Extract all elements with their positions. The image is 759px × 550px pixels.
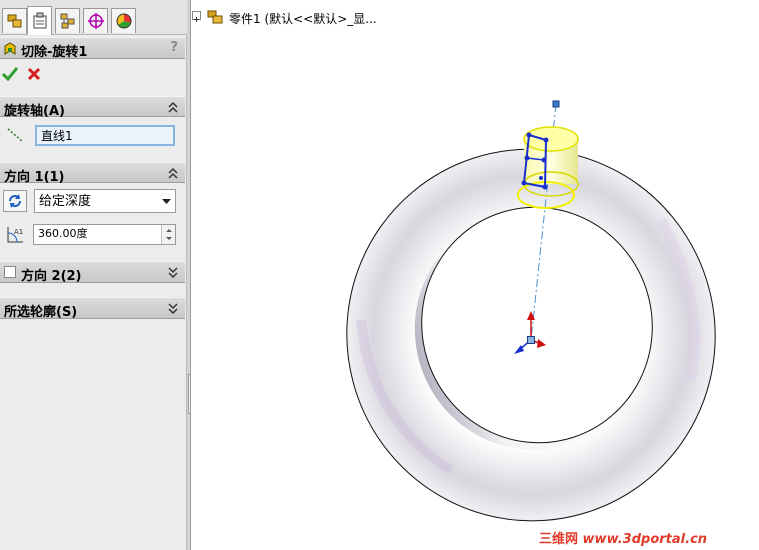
part-tree-label[interactable]: 零件1 (默认<<默认>_显... <box>229 10 377 27</box>
reverse-direction-icon <box>9 194 21 208</box>
graphics-area[interactable] <box>190 0 759 550</box>
collapse-icon[interactable] <box>167 165 179 181</box>
angle-spinner[interactable] <box>161 225 175 244</box>
angle-icon: A1 <box>3 224 27 246</box>
help-button[interactable]: ? <box>170 40 178 55</box>
watermark-url: www.3dportal.cn <box>582 532 708 547</box>
angle-value: 360.00度 <box>38 227 88 240</box>
tab-configuration-manager[interactable] <box>55 8 80 33</box>
manager-tabs <box>0 0 187 35</box>
watermark: 三维网 www.3dportal.cn <box>539 528 707 547</box>
direction2-section-title: 方向 2(2) <box>21 269 82 284</box>
chevron-down-icon <box>162 190 171 219</box>
watermark-cn: 三维网 <box>539 532 579 547</box>
contours-section-header[interactable]: 所选轮廓(S) <box>0 297 185 320</box>
end-condition-select[interactable]: 给定深度 <box>34 189 176 213</box>
feature-title: 切除-旋转1 <box>21 45 88 60</box>
direction1-section-title: 方向 1(1) <box>4 170 65 185</box>
appearance-icon <box>116 13 131 29</box>
part-icon <box>206 7 224 28</box>
reverse-direction-button[interactable] <box>3 190 27 212</box>
tab-property-manager[interactable] <box>27 6 52 35</box>
tab-dimxpert-manager[interactable] <box>83 8 108 33</box>
end-condition-value: 给定深度 <box>39 194 92 209</box>
direction2-section-header[interactable]: 方向 2(2) <box>0 261 185 284</box>
model-viewport[interactable] <box>191 0 759 550</box>
configuration-icon <box>60 13 74 29</box>
cut-revolve-icon <box>2 41 18 61</box>
contours-section-title: 所选轮廓(S) <box>4 305 78 320</box>
expand-icon[interactable] <box>167 264 179 280</box>
property-manager: 切除-旋转1 ? 旋转轴(A) 直线1 方向 1(1) 给定深度 A1 360.… <box>0 0 187 550</box>
axis-line-icon <box>5 125 25 145</box>
feature-tree-icon <box>7 14 21 28</box>
tab-display-manager[interactable] <box>111 8 136 33</box>
tab-feature-manager[interactable] <box>2 8 27 33</box>
angle-field[interactable]: 360.00度 <box>33 224 176 245</box>
tree-expand-button[interactable] <box>192 11 201 22</box>
direction2-checkbox[interactable] <box>4 266 16 278</box>
expand-icon[interactable] <box>167 300 179 316</box>
crosshair-icon <box>87 13 104 29</box>
direction1-section-header[interactable]: 方向 1(1) <box>0 162 185 185</box>
checkmark-icon <box>2 67 18 81</box>
svg-text:A1: A1 <box>14 228 23 236</box>
collapse-icon[interactable] <box>167 99 179 115</box>
property-manager-icon <box>33 12 46 29</box>
ok-button[interactable] <box>1 65 19 83</box>
axis-section-header[interactable]: 旋转轴(A) <box>0 96 185 119</box>
axis-field[interactable]: 直线1 <box>35 125 175 146</box>
close-icon <box>27 67 41 81</box>
cancel-button[interactable] <box>25 65 43 83</box>
feature-title-bar: 切除-旋转1 ? <box>0 37 185 61</box>
axis-section-title: 旋转轴(A) <box>4 104 65 119</box>
